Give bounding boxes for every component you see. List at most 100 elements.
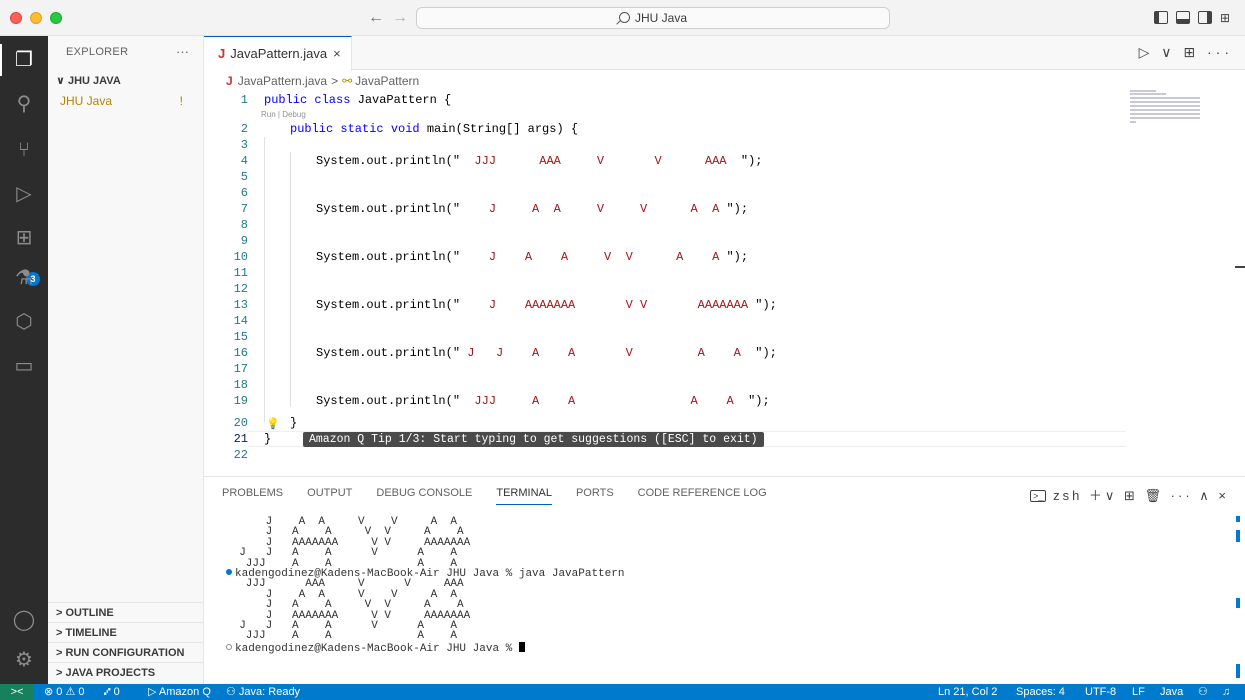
code-text: System.out.println(": [316, 298, 461, 312]
code-line: 18: [204, 378, 1124, 393]
line-number: 15: [233, 330, 248, 344]
toggle-primary-sidebar-icon[interactable]: [1154, 11, 1168, 24]
status-bar: >< ⊗ 0 ⚠ 0 ⑇ 0 ▷ Amazon Q ⚇ Java: Ready …: [0, 684, 1245, 700]
code-line: 5: [204, 170, 1124, 185]
minimap-line: [1130, 113, 1200, 115]
command-success-dot[interactable]: [226, 568, 232, 575]
outline-section[interactable]: > OUTLINE: [48, 602, 203, 622]
forward-arrow-icon[interactable]: →: [392, 9, 408, 27]
minimap[interactable]: [1124, 88, 1204, 128]
remote-indicator[interactable]: ><: [0, 684, 34, 700]
indentation-setting[interactable]: Spaces: 4: [1016, 684, 1065, 700]
line-number: 7: [240, 202, 248, 216]
account-icon[interactable]: ◯: [12, 608, 36, 632]
file-item[interactable]: JHU Java !: [48, 90, 203, 112]
file-item-label: JHU Java: [60, 94, 113, 108]
breadcrumb-class[interactable]: JavaPattern: [355, 74, 419, 88]
copilot-icon[interactable]: ⚇: [1198, 684, 1208, 700]
minimap-line: [1130, 105, 1200, 107]
eol-setting[interactable]: LF: [1132, 684, 1145, 700]
editor-scrollbar-marker[interactable]: [1235, 266, 1245, 268]
testing-icon[interactable]: ⚗: [12, 266, 36, 290]
java-file-icon: J: [218, 46, 226, 61]
lightbulb-icon[interactable]: 💡: [266, 417, 280, 430]
code-string: J A A V V A A: [460, 250, 727, 264]
line-number: 1: [240, 93, 248, 107]
terminal-line: JJJ A A A A: [226, 630, 458, 643]
tab-close-icon[interactable]: ×: [333, 46, 341, 61]
search-icon[interactable]: ⚲: [12, 92, 36, 116]
line-number: 20: [233, 416, 248, 430]
line-number: 22: [233, 448, 248, 462]
amazon-q-tip: Amazon Q Tip 1/3: Start typing to get su…: [303, 432, 764, 447]
amazon-q-status[interactable]: ▷ Amazon Q: [148, 684, 211, 700]
terminal-output[interactable]: J A A V V A A J A A V V A A J AAAAAAA V …: [226, 516, 1226, 683]
tab-debug-console[interactable]: DEBUG CONSOLE: [376, 487, 472, 504]
settings-gear-icon[interactable]: ⚙: [12, 648, 36, 672]
code-text: ");: [748, 394, 770, 408]
code-string: J AAAAAAA V V AAAAAAA: [460, 298, 756, 312]
code-line: 14: [204, 314, 1124, 329]
window-maximize-button[interactable]: [50, 12, 62, 24]
code-text: System.out.println(": [316, 250, 461, 264]
folder-header[interactable]: ∨ JHU JAVA: [56, 74, 121, 87]
line-number: 11: [233, 266, 248, 280]
code-line: 3: [204, 138, 1124, 153]
code-editor[interactable]: 1 public class JavaPattern { 2 public stat…: [204, 90, 1124, 470]
terminal-shell-label[interactable]: zsh: [1053, 488, 1082, 503]
language-mode[interactable]: Java: [1160, 684, 1183, 700]
command-center-search[interactable]: JHU Java: [416, 7, 890, 29]
line-number: 12: [233, 282, 248, 296]
sidebar-title: EXPLORER: [66, 46, 129, 58]
amazon-q-icon[interactable]: ⬡: [12, 310, 36, 334]
tab-terminal[interactable]: TERMINAL: [496, 487, 552, 505]
code-line: 9: [204, 234, 1124, 249]
java-projects-section[interactable]: > JAVA PROJECTS: [48, 662, 203, 682]
source-control-icon[interactable]: ⑂: [12, 138, 36, 162]
code-text: ");: [740, 154, 763, 168]
editor-actions[interactable]: ▷ ∨ ⊞ ···: [1139, 44, 1233, 61]
sidebar-more-icon[interactable]: ···: [176, 44, 189, 59]
code-line: 20}: [204, 416, 1124, 431]
breadcrumb: J JavaPattern.java > ⚯ JavaPattern: [226, 72, 419, 90]
extensions-icon[interactable]: ⊞: [12, 226, 36, 250]
toggle-panel-icon[interactable]: [1176, 11, 1190, 24]
window-minimize-button[interactable]: [30, 12, 42, 24]
run-configuration-section[interactable]: > RUN CONFIGURATION: [48, 642, 203, 662]
java-status[interactable]: ⚇ Java: Ready: [226, 684, 300, 700]
tab-output[interactable]: OUTPUT: [307, 487, 352, 504]
line-number: 17: [233, 362, 248, 376]
explorer-icon[interactable]: ❐: [0, 44, 36, 76]
code-text: JavaPattern {: [357, 93, 452, 107]
run-debug-icon[interactable]: ▷: [12, 182, 36, 206]
problems-indicator[interactable]: ⊗ 0 ⚠ 0: [44, 684, 84, 700]
line-number: 4: [240, 154, 248, 168]
customize-layout-icon[interactable]: ⊞: [1220, 11, 1234, 25]
remote-explorer-icon[interactable]: ▭: [12, 354, 36, 378]
back-arrow-icon[interactable]: ←: [368, 9, 384, 27]
class-icon: ⚯: [342, 74, 353, 88]
tab-problems[interactable]: PROBLEMS: [222, 487, 283, 504]
panel-tabs: PROBLEMS OUTPUT DEBUG CONSOLE TERMINAL PORTS…: [222, 487, 791, 505]
line-number: 21: [233, 432, 248, 446]
terminal-line: J A A V V A A: [226, 599, 464, 612]
terminal-actions[interactable]: ＋∨ ⊞ 🗑 ··· ∧ ×: [1089, 488, 1229, 503]
java-file-icon: J: [226, 74, 233, 88]
window-close-button[interactable]: [10, 12, 22, 24]
timeline-label: TIMELINE: [65, 627, 117, 639]
notifications-bell-icon[interactable]: ♫: [1222, 684, 1230, 700]
cursor-position[interactable]: Ln 21, Col 2: [938, 684, 997, 700]
tab-javapattern[interactable]: J JavaPattern.java ×: [204, 36, 352, 71]
code-line: 1 public class JavaPattern {: [204, 93, 1124, 108]
tab-ports[interactable]: PORTS: [576, 487, 614, 504]
tab-code-reference-log[interactable]: CODE REFERENCE LOG: [638, 487, 767, 504]
timeline-section[interactable]: > TIMELINE: [48, 622, 203, 642]
line-number: 10: [233, 250, 248, 264]
encoding-setting[interactable]: UTF-8: [1085, 684, 1116, 700]
terminal-icon: >_: [1030, 490, 1047, 502]
breadcrumb-file[interactable]: JavaPattern.java: [238, 74, 327, 88]
code-string: J A A V V A A: [460, 202, 727, 216]
code-string: JJJ A A A A: [460, 394, 749, 408]
toggle-secondary-sidebar-icon[interactable]: [1198, 11, 1212, 24]
ports-indicator[interactable]: ⑇ 0: [104, 684, 120, 700]
